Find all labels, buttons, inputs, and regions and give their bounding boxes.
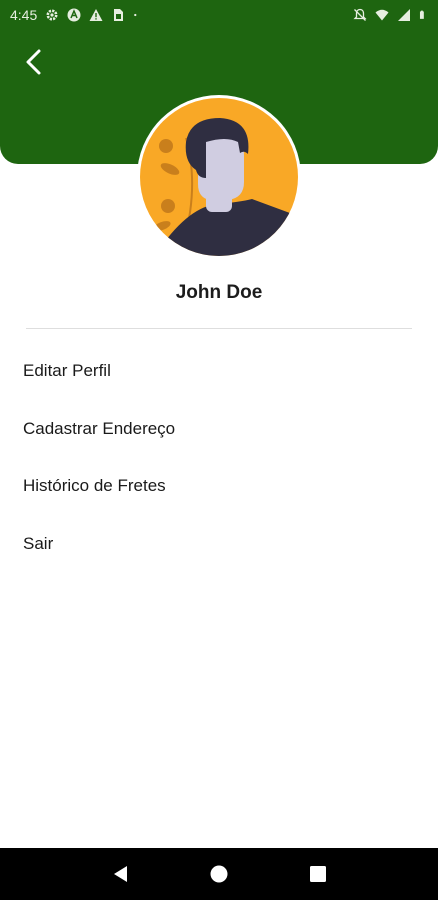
settings-icon	[46, 9, 58, 21]
chevron-left-icon	[26, 49, 41, 75]
user-name: John Doe	[175, 282, 263, 303]
avatar[interactable]	[137, 95, 301, 259]
vpn-icon	[67, 8, 81, 22]
avatar-image	[140, 98, 298, 256]
dot-icon	[134, 13, 137, 17]
back-button[interactable]	[14, 42, 54, 82]
person-illustration	[153, 118, 298, 256]
status-bar: 4:45	[0, 0, 438, 30]
warning-icon	[89, 9, 103, 21]
back-icon	[113, 866, 127, 882]
wifi-icon	[375, 9, 389, 21]
home-icon	[210, 865, 228, 883]
sim-card-icon	[114, 9, 124, 21]
recents-icon	[310, 866, 327, 882]
status-time: 4:45	[10, 7, 38, 23]
menu-item-edit-profile[interactable]: Editar Perfil	[0, 342, 438, 400]
menu-item-register-address[interactable]: Cadastrar Endereço	[0, 400, 438, 458]
divider	[26, 328, 412, 329]
signal-icon	[398, 9, 410, 21]
notifications-off-icon	[353, 8, 367, 21]
profile-menu: Editar Perfil Cadastrar Endereço Históri…	[0, 342, 438, 572]
battery-icon	[419, 10, 424, 19]
nav-recents-button[interactable]	[306, 862, 330, 886]
nav-back-button[interactable]	[108, 862, 132, 886]
menu-item-logout[interactable]: Sair	[0, 515, 438, 573]
system-nav-bar	[0, 848, 438, 900]
nav-home-button[interactable]	[207, 862, 231, 886]
menu-item-freight-history[interactable]: Histórico de Fretes	[0, 457, 438, 515]
